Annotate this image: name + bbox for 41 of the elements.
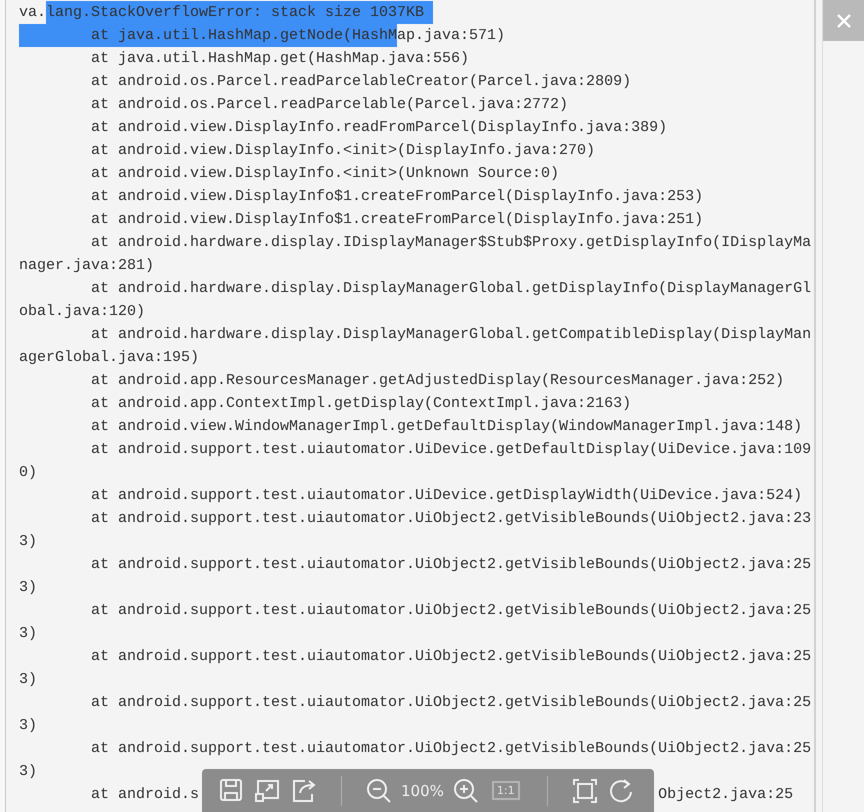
code-text: at android.view.DisplayInfo.readFromParcel(DisplayInfo.java:389)	[90, 118, 668, 138]
code-text: at android.app.ResourcesManager.getAdjustedDisplay(ResourcesManager.java:252)	[90, 371, 784, 391]
code-text: at android.s	[90, 785, 199, 805]
code-text: at android.hardware.display.DisplayManagerGlobal.getCompatibleDisplay(DisplayMan	[90, 325, 812, 345]
code-text: at android.support.test.uiautomator.UiObject2.getVisibleBounds(UiObject2.java:23	[90, 509, 812, 529]
code-text: obal.java:120)	[18, 302, 145, 322]
code-text: at java.util.HashMap.get(HashMap.java:556)	[90, 49, 470, 69]
code-text: at android.os.Parcel.readParcelableCreator(Parcel.java:2809)	[90, 72, 632, 92]
code-text: ap.java:571)	[397, 26, 506, 46]
code-text: at android.support.test.uiautomator.UiObject2.getVisibleBounds(UiObject2.java:25	[90, 555, 812, 575]
selected-text: at java.util.HashMap.getNode(HashM	[18, 24, 398, 47]
code-text: 3)	[18, 578, 37, 598]
code-text: at android.support.test.uiautomator.UiObject2.getVisibleBounds(UiObject2.java:25	[90, 601, 812, 621]
close-icon	[836, 12, 852, 28]
code-text: at android.support.test.uiautomator.UiDevice.getDefaultDisplay(UiDevice.java:109	[90, 440, 812, 460]
selected-text: lang.StackOverflowError: stack size 1037KB	[46, 1, 434, 24]
code-text: at android.view.WindowManagerImpl.getDefaultDisplay(WindowManagerImpl.java:148)	[90, 417, 802, 437]
code-text: at android.view.DisplayInfo.<init>(Unknown Source:0)	[90, 164, 560, 184]
code-text: at android.view.DisplayInfo$1.createFromParcel(DisplayInfo.java:251)	[90, 210, 704, 230]
code-text: 0)	[18, 463, 37, 483]
code-text: 3)	[18, 716, 37, 736]
code-text: at android.app.ContextImpl.getDisplay(ContextImpl.java:2163)	[90, 394, 632, 414]
code-text: 3)	[18, 532, 37, 552]
code-text: at android.hardware.display.IDisplayManager$Stub$Proxy.getDisplayInfo(IDisplayMa	[90, 233, 812, 253]
code-text: at android.support.test.uiautomator.UiObject2.getVisibleBounds(UiObject2.java:25	[90, 647, 812, 667]
code-text: 3)	[18, 762, 37, 782]
code-text: at android.support.test.uiautomator.UiDevice.getDisplayWidth(UiDevice.java:524)	[90, 486, 802, 506]
code-text: Object2.java:25	[658, 785, 794, 805]
code-text: at android.support.test.uiautomator.UiObject2.getVisibleBounds(UiObject2.java:25	[90, 739, 812, 759]
code-text: at android.hardware.display.DisplayManagerGlobal.getDisplayInfo(DisplayManagerGl	[90, 279, 812, 299]
code-text: nager.java:281)	[18, 256, 154, 276]
code-text: at android.os.Parcel.readParcelable(Parcel.java:2772)	[90, 95, 568, 115]
code-text: 3)	[18, 670, 37, 690]
code-text: 3)	[18, 624, 37, 644]
code-text: at android.view.DisplayInfo$1.createFromParcel(DisplayInfo.java:253)	[90, 187, 704, 207]
zoom-level: 100%	[401, 782, 444, 800]
code-text: agerGlobal.java:195)	[18, 348, 199, 368]
code-text: at android.support.test.uiautomator.UiObject2.getVisibleBounds(UiObject2.java:25	[90, 693, 812, 713]
code-text: va.	[18, 3, 46, 23]
code-text: at android.view.DisplayInfo.<init>(DisplayInfo.java:270)	[90, 141, 596, 161]
close-button[interactable]	[823, 0, 864, 41]
